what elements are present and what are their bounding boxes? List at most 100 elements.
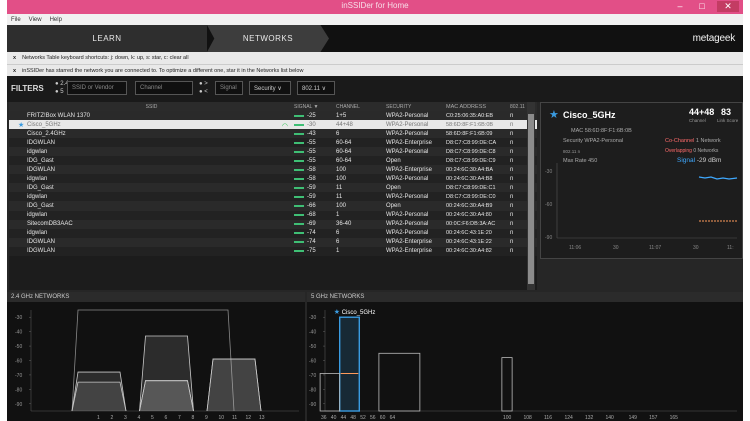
row-channel-text: 60-64 (336, 139, 352, 146)
chart-24-ghz: -30-40-50-60-70-80-901 2 3 4 5 6 7 8 9 10 11 12 13 (15, 309, 299, 421)
table-row[interactable]: IDG_Gast -66 100 Open 00:24:6C:30:A4:B9 n (9, 201, 537, 211)
row-ssid-text: SitecomDB3AAC (27, 221, 73, 228)
x-tick-label: 100 (503, 415, 512, 421)
row-mac: 00:24:6C:43:1E:22 (446, 239, 510, 245)
row-standard-text: n (510, 212, 514, 219)
row-mac-text: 00:24:6C:30:A4:82 (446, 248, 492, 255)
scrollbar-thumb[interactable] (528, 114, 534, 284)
hint-text-starred: inSSIDer has starred the network you are… (22, 67, 304, 74)
table-row[interactable]: IDGWLAN -75 1 WPA2-Enterprise 00:24:6C:30:A4… (9, 246, 537, 256)
row-standard: n (510, 248, 524, 254)
col-security[interactable]: SECURITY (386, 104, 446, 110)
y-tick-label: -90 (309, 402, 316, 408)
row-channel-text: 60-64 (336, 157, 352, 164)
standard-dropdown[interactable]: 802.11 ∨ (297, 81, 335, 95)
row-ssid-text: IDG_Gast (27, 184, 54, 191)
star-icon: ★ (334, 308, 340, 316)
row-security-text: Open (386, 184, 401, 191)
menu-file[interactable]: File (11, 17, 21, 23)
row-security: WPA2-Personal (386, 194, 446, 200)
star-icon[interactable]: ★ (18, 121, 24, 129)
table-row[interactable]: FRITZ!Box WLAN 1370 -25 1+5 WPA2-Personal C0… (9, 111, 537, 121)
row-ssid: idgwlan (9, 212, 294, 218)
row-channel: 1 (336, 248, 386, 254)
x-tick-label: 5 (151, 415, 154, 421)
table-row[interactable]: IDGWLAN -58 100 WPA2-Enterprise 00:24:6C:30:… (9, 165, 537, 175)
table-scrollbar[interactable] (527, 102, 535, 290)
menu-bar: File View Help (7, 14, 743, 25)
col-signal[interactable]: SIGNAL ▼ (294, 104, 336, 110)
table-row[interactable]: idgwlan -58 100 WPA2-Personal 00:24:6C:30:A4… (9, 174, 537, 184)
signal-bar-icon (294, 114, 304, 117)
x-tick-label: 108 (524, 415, 533, 421)
row-signal-value: -74 (307, 239, 316, 246)
signal-bar-icon (294, 250, 304, 253)
title-bar: inSSIDer for Home – □ ✕ (7, 0, 743, 14)
row-channel: 60-64 (336, 149, 386, 155)
tab-learn[interactable]: LEARN (7, 25, 207, 52)
maximize-button[interactable]: □ (695, 1, 709, 12)
close-button[interactable]: ✕ (717, 1, 739, 12)
table-row[interactable]: IDG_Gast -55 60-64 Open D8:C7:C8:99:DE:C9 n (9, 156, 537, 166)
row-ssid: IDGWLAN (9, 239, 294, 245)
row-channel: 100 (336, 167, 386, 173)
row-ssid-text: idgwlan (27, 148, 48, 155)
table-row[interactable]: IDGWLAN -55 60-64 WPA2-Enterprise D8:C7:C8:9… (9, 138, 537, 148)
row-security-text: WPA2-Enterprise (386, 248, 432, 255)
row-standard-text: n (510, 248, 514, 255)
row-mac-text: 00:0C:F6:DB:3A:AC (446, 221, 496, 228)
row-signal-value: -75 (307, 248, 316, 255)
channel-filter-input[interactable]: Channel (135, 81, 193, 95)
menu-view[interactable]: View (29, 17, 42, 23)
x-tick-label: 2 (111, 415, 114, 421)
row-mac-text: 00:24:6C:30:A4:BA (446, 166, 494, 173)
row-signal: -59 (294, 185, 336, 191)
radio-icon[interactable]: ● (199, 89, 203, 95)
y-tick-label: -60 (15, 359, 22, 365)
x-tick-label: 165 (670, 415, 679, 421)
row-channel: 6 (336, 131, 386, 137)
hint-bar-starred: x inSSIDer has starred the network you a… (7, 64, 743, 76)
table-row[interactable]: Cisco_2.4GHz -43 6 WPA2-Personal 58:6D:8F:F1… (9, 129, 537, 139)
table-row[interactable]: idgwlan -68 1 WPA2-Personal 00:24:6C:30:A4:8… (9, 210, 537, 220)
row-standard-text: n (510, 139, 514, 146)
row-mac: D8:C7:C8:99:DE:C0 (446, 194, 510, 200)
table-row[interactable]: SitecomDB3AAC -69 36-40 WPA2-Personal 00:0C:… (9, 219, 537, 229)
row-mac: 00:0C:F6:DB:3A:AC (446, 221, 510, 227)
network-trace (71, 381, 127, 412)
col-ssid[interactable]: SSID (9, 104, 294, 110)
history-ytick: -30 (545, 169, 552, 175)
row-signal-value: -74 (307, 230, 316, 237)
row-ssid-text: idgwlan (27, 230, 48, 237)
signal-compare-radio-group[interactable]: ● > ● < (199, 80, 208, 96)
col-channel[interactable]: CHANNEL (336, 104, 386, 110)
dismiss-hint-shortcuts[interactable]: x (13, 55, 16, 61)
tab-networks[interactable]: NETWORKS (207, 25, 329, 52)
radio-icon[interactable]: ● (55, 81, 59, 87)
row-mac: 00:24:6C:30:A4:B8 (446, 176, 510, 182)
dismiss-hint-starred[interactable]: x (13, 68, 16, 74)
y-tick-label: -90 (15, 402, 22, 408)
minimize-button[interactable]: – (673, 1, 687, 12)
col-802[interactable]: 802.11 (510, 104, 525, 110)
table-row[interactable]: idgwlan -74 6 WPA2-Personal 00:24:6C:43:1E:2… (9, 228, 537, 238)
radio-icon[interactable]: ● (199, 81, 203, 87)
menu-help[interactable]: Help (50, 17, 62, 23)
x-tick-label: 40 (331, 415, 337, 421)
radio-icon[interactable]: ● (55, 89, 59, 95)
col-mac[interactable]: MAC ADDRESS (446, 104, 510, 110)
ssid-filter-input[interactable]: SSID or Vendor (67, 81, 127, 95)
row-ssid-text: IDGWLAN (27, 139, 56, 146)
table-row[interactable]: IDG_Gast -59 11 Open D8:C7:C8:99:DE:C1 n (9, 183, 537, 193)
table-row[interactable]: IDGWLAN -74 6 WPA2-Enterprise 00:24:6C:43:1E… (9, 237, 537, 247)
row-security: WPA2-Enterprise (386, 140, 446, 146)
security-dropdown[interactable]: Security ∨ (249, 81, 291, 95)
panel-5-ghz: -30 -40 -50 -60 -70 -80 -90 36 40 44 48 52 56 60 64 100… (307, 302, 743, 421)
table-row[interactable]: idgwlan -55 60-64 WPA2-Personal D8:C7:C8:99:… (9, 147, 537, 157)
row-signal-value: -58 (307, 175, 316, 182)
history-xtick: 11:06 (569, 245, 581, 251)
table-row[interactable]: Cisco_5GHz ★ ◠ -30 44+48 WPA2-Personal 58:6D:8… (9, 120, 537, 130)
signal-filter-input[interactable]: Signal (215, 81, 243, 95)
row-security: WPA2-Personal (386, 212, 446, 218)
table-row[interactable]: idgwlan -59 11 WPA2-Personal D8:C7:C8:99:DE:… (9, 192, 537, 202)
